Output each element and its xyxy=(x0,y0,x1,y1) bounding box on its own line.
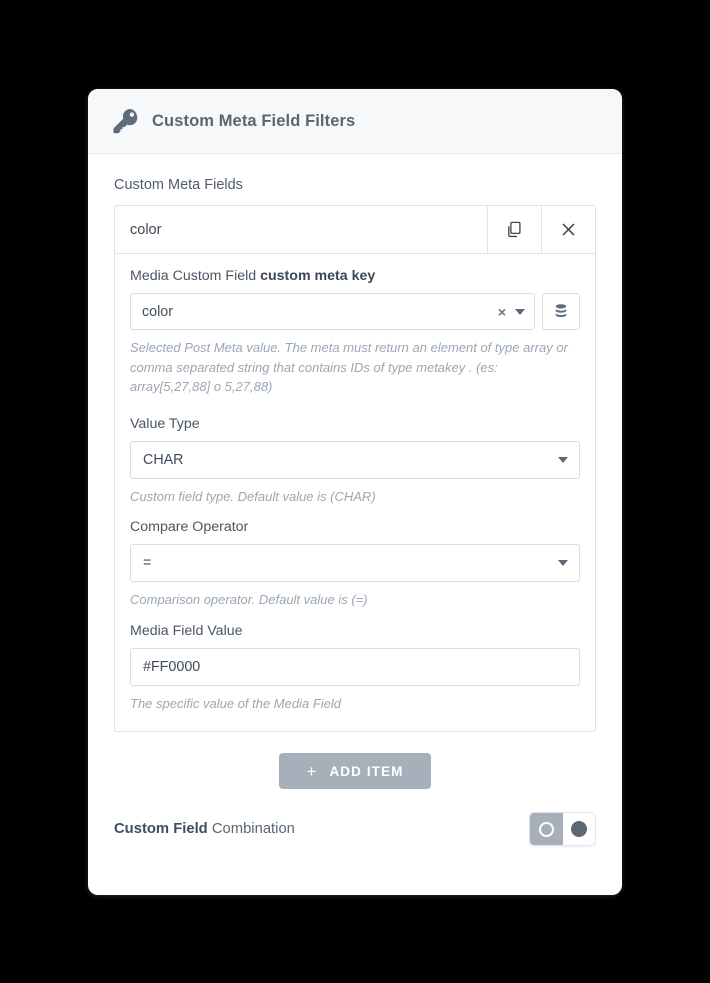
value-type-value: CHAR xyxy=(143,451,184,468)
meta-key-database-button[interactable] xyxy=(542,293,580,330)
copy-icon xyxy=(508,221,521,238)
add-item-button[interactable]: + ADD ITEM xyxy=(278,753,432,789)
media-field-value-help-text: The specific value of the Media Field xyxy=(130,695,341,711)
key-icon xyxy=(113,109,138,134)
chevron-down-icon xyxy=(558,456,568,463)
item-header-title: color xyxy=(130,221,162,238)
value-type-help-text: Custom field type. Default value is (CHA… xyxy=(130,488,376,504)
compare-operator-value: = xyxy=(143,555,152,571)
plus-icon: + xyxy=(306,761,317,781)
item-fields: Media Custom Field custom meta key color… xyxy=(115,254,595,731)
page-background: Custom Meta Field Filters Custom Meta Fi… xyxy=(0,0,710,983)
remove-item-button[interactable] xyxy=(541,206,595,253)
database-icon xyxy=(555,304,567,318)
meta-field-item-panel: color Media Custom Field custom meta key… xyxy=(114,205,596,732)
section-label: Custom Meta Fields xyxy=(114,177,243,193)
circle-filled-icon xyxy=(570,821,587,837)
value-type-select[interactable]: CHAR xyxy=(130,440,580,479)
custom-field-combination-row: Custom Field Combination xyxy=(114,789,596,846)
add-item-row: + ADD ITEM xyxy=(114,732,596,789)
meta-key-value: color xyxy=(142,303,173,320)
card-title: Custom Meta Field Filters xyxy=(152,111,356,130)
custom-meta-field-filters-card: Custom Meta Field Filters Custom Meta Fi… xyxy=(88,89,622,895)
circle-outline-icon xyxy=(538,821,554,837)
close-icon xyxy=(562,223,575,236)
meta-key-select[interactable]: color × xyxy=(130,293,535,330)
media-field-value-input[interactable] xyxy=(130,647,580,686)
duplicate-item-button[interactable] xyxy=(487,206,541,253)
compare-operator-help-text: Comparison operator. Default value is (=… xyxy=(130,592,368,607)
combination-label-normal: Combination xyxy=(207,821,295,837)
compare-operator-select[interactable]: = xyxy=(130,544,580,582)
compare-operator-label: Compare Operator xyxy=(130,519,249,535)
value-type-label: Value Type xyxy=(130,415,200,432)
custom-field-combination-label: Custom Field Combination xyxy=(114,821,295,837)
chevron-down-icon xyxy=(558,560,568,566)
card-body: Custom Meta Fields color Media Custom Fi… xyxy=(88,154,622,846)
meta-key-label-bold: custom meta key xyxy=(260,268,376,284)
toggle-segment-on[interactable] xyxy=(562,813,595,845)
chevron-down-icon xyxy=(515,308,525,315)
card-header: Custom Meta Field Filters xyxy=(88,89,622,154)
meta-key-help-text: Selected Post Meta value. The meta must … xyxy=(130,340,568,394)
toggle-segment-off[interactable] xyxy=(530,813,563,845)
item-header: color xyxy=(115,206,595,254)
meta-key-row: color × xyxy=(130,293,580,330)
meta-key-clear-button[interactable]: × xyxy=(498,305,506,319)
meta-key-label: Media Custom Field custom meta key xyxy=(130,268,580,284)
custom-field-combination-toggle[interactable] xyxy=(529,812,596,846)
add-item-label: ADD ITEM xyxy=(329,763,404,779)
combination-label-bold: Custom Field xyxy=(114,821,208,837)
meta-key-label-normal: Media Custom Field xyxy=(130,268,261,284)
media-field-value-label: Media Field Value xyxy=(130,622,243,639)
